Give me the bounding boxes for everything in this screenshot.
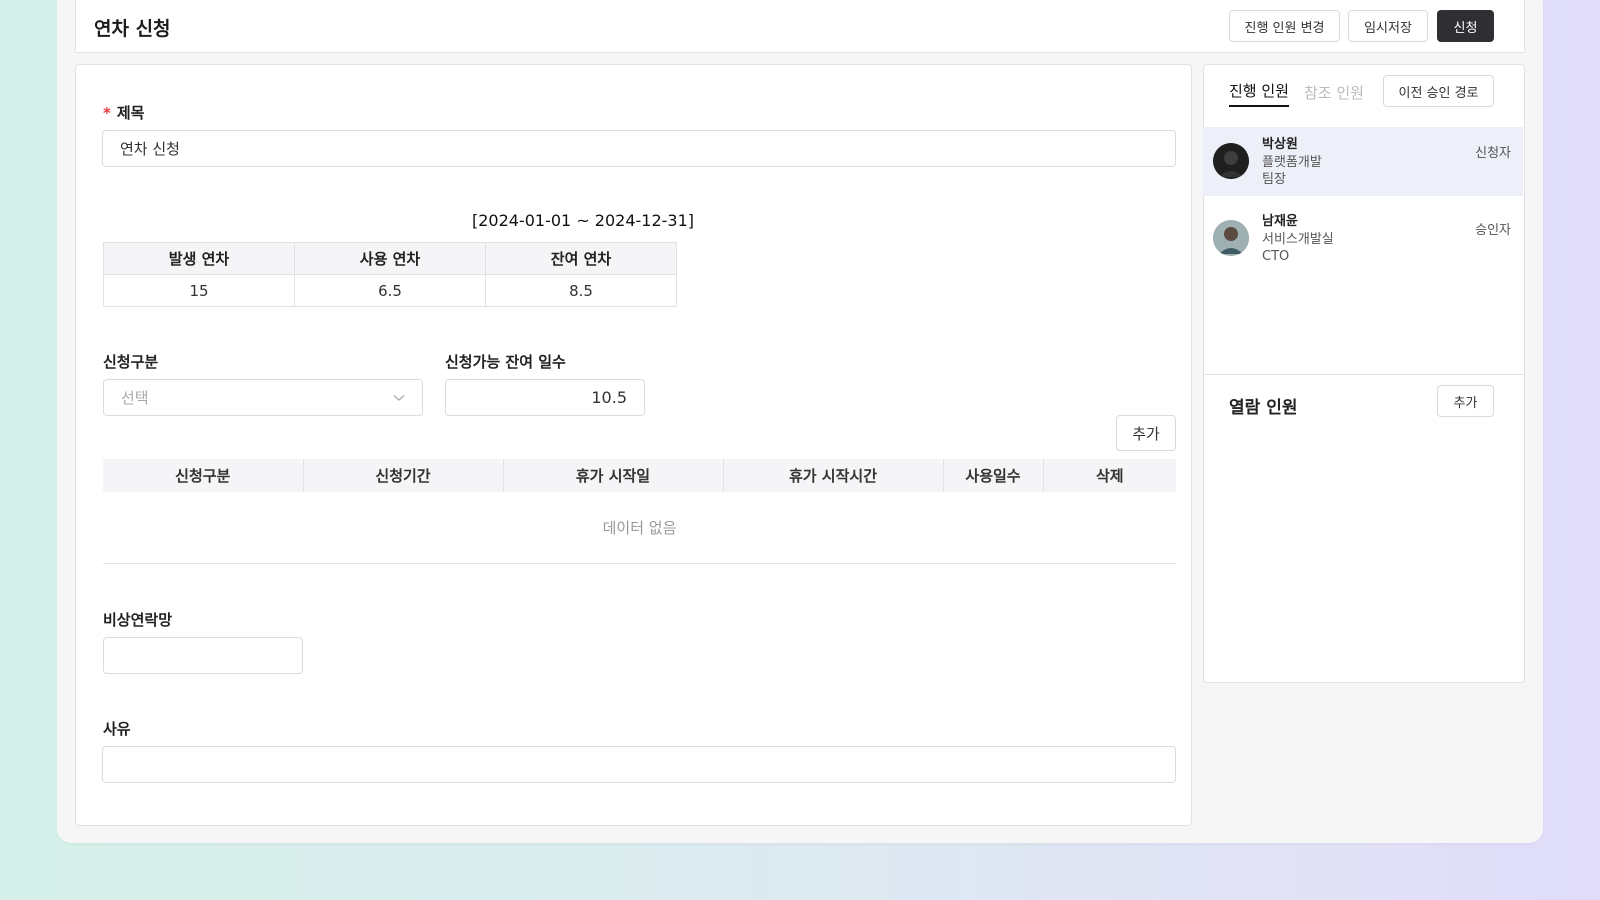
reason-label: 사유 [103, 720, 131, 738]
type-label: 신청구분 [103, 353, 159, 371]
column-header: 신청기간 [303, 459, 504, 492]
summary-value: 15 [103, 274, 295, 307]
column-header: 사용일수 [943, 459, 1044, 492]
approver-row[interactable]: 박상원 플랫폼개발 팀장 신청자 [1203, 127, 1523, 196]
person-title: 팀장 [1262, 172, 1286, 187]
remaining-days-input[interactable]: 10.5 [445, 379, 645, 416]
leave-request-table: 신청구분 신청기간 휴가 시작일 휴가 시작시간 사용일수 삭제 [103, 459, 1176, 492]
remaining-label: 신청가능 잔여 일수 [445, 353, 566, 371]
summary-value: 6.5 [294, 274, 486, 307]
subject-input[interactable]: 연차 신청 [102, 130, 1176, 167]
summary-header: 잔여 연차 [485, 242, 677, 275]
previous-route-button[interactable]: 이전 승인 경로 [1383, 75, 1494, 107]
avatar [1213, 220, 1249, 256]
add-viewer-button[interactable]: 추가 [1437, 385, 1494, 417]
subject-label: * 제목 [103, 102, 144, 123]
add-leave-button[interactable]: 추가 [1116, 415, 1176, 451]
summary-header: 발생 연차 [103, 242, 295, 275]
person-role: 승인자 [1475, 223, 1511, 238]
submit-button[interactable]: 신청 [1437, 10, 1494, 42]
avatar [1213, 143, 1249, 179]
column-header: 휴가 시작시간 [723, 459, 944, 492]
viewers-title: 열람 인원 [1229, 398, 1298, 418]
summary-header: 사용 연차 [294, 242, 486, 275]
required-marker: * [103, 104, 111, 122]
change-people-button[interactable]: 진행 인원 변경 [1229, 10, 1340, 42]
leave-period: [2024-01-01 ~ 2024-12-31] [472, 211, 695, 230]
divider [1204, 374, 1524, 375]
person-name: 박상원 [1262, 137, 1298, 152]
column-header: 삭제 [1043, 459, 1176, 492]
form-panel [75, 64, 1192, 826]
person-dept: 플랫폼개발 [1262, 155, 1322, 170]
person-dept: 서비스개발실 [1262, 232, 1334, 247]
tab-progress-people[interactable]: 진행 인원 [1229, 80, 1289, 107]
save-draft-button[interactable]: 임시저장 [1348, 10, 1428, 42]
type-select[interactable]: 선택 [103, 379, 423, 416]
summary-value: 8.5 [485, 274, 677, 307]
column-header: 휴가 시작일 [503, 459, 724, 492]
page-title: 연차 신청 [94, 18, 171, 40]
leave-summary-table: 발생 연차 사용 연차 잔여 연차 15 6.5 8.5 [103, 242, 677, 307]
chevron-down-icon [393, 394, 405, 401]
emergency-contact-input[interactable] [103, 637, 303, 674]
reason-input[interactable] [102, 746, 1176, 783]
approver-row[interactable]: 남재윤 서비스개발실 CTO 승인자 [1203, 204, 1523, 273]
type-select-placeholder: 선택 [121, 389, 149, 407]
column-header: 신청구분 [103, 459, 304, 492]
subject-label-text: 제목 [116, 104, 145, 122]
emergency-label: 비상연락망 [103, 611, 173, 629]
tab-reference-people[interactable]: 참조 인원 [1304, 82, 1364, 103]
person-title: CTO [1262, 249, 1290, 264]
person-name: 남재윤 [1262, 214, 1298, 229]
empty-state: 데이터 없음 [103, 492, 1176, 564]
person-role: 신청자 [1475, 146, 1511, 161]
